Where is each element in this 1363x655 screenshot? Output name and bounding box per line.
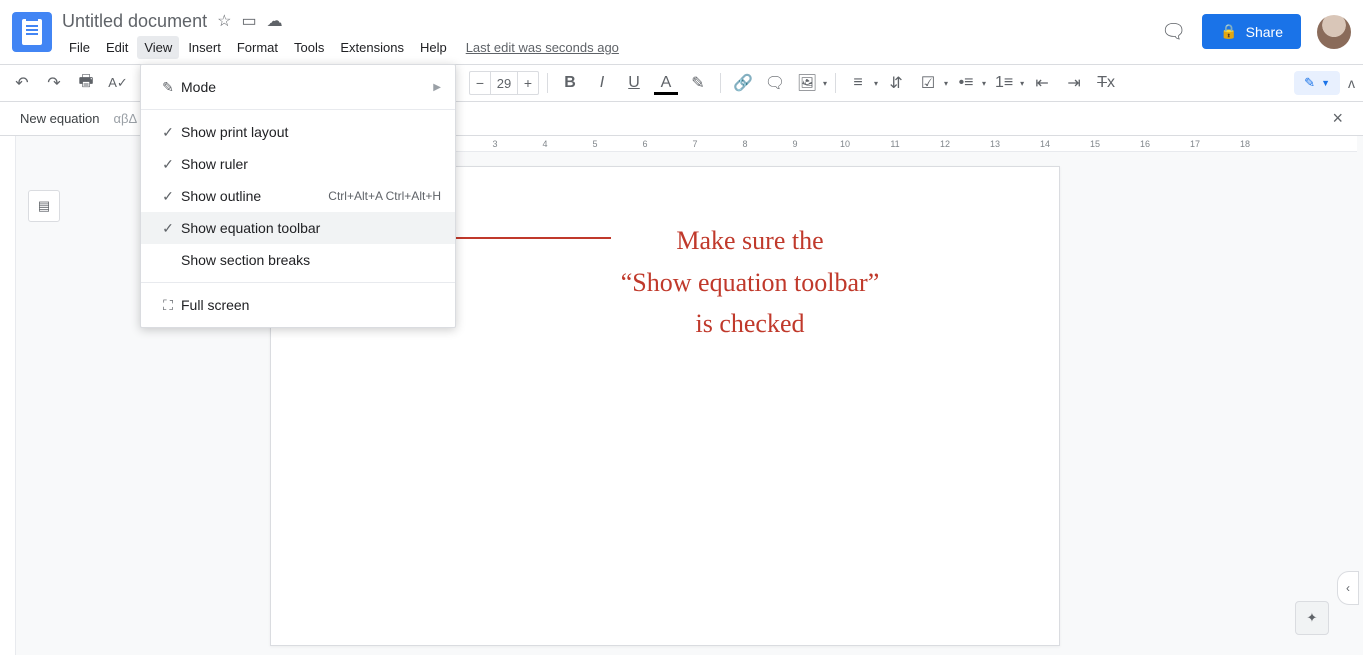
star-icon[interactable]: ☆ — [217, 11, 231, 31]
menu-insert[interactable]: Insert — [181, 36, 228, 59]
ruler-mark: 7 — [670, 139, 720, 149]
menu-view[interactable]: View — [137, 36, 179, 59]
bullet-list-button[interactable]: •≡ — [952, 69, 980, 97]
last-edit-link[interactable]: Last edit was seconds ago — [466, 40, 619, 55]
line-spacing-button[interactable]: ⇵ — [882, 69, 910, 97]
document-title[interactable]: Untitled document — [62, 11, 207, 32]
collapse-toolbar-button[interactable]: ʌ — [1348, 75, 1355, 91]
ruler-mark: 15 — [1070, 139, 1120, 149]
cloud-icon[interactable]: ☁ — [267, 11, 283, 31]
share-button[interactable]: 🔒 Share — [1202, 14, 1301, 49]
menu-mode[interactable]: ✎ Mode ▶ — [141, 71, 455, 103]
ruler-mark: 13 — [970, 139, 1020, 149]
menu-separator — [141, 282, 455, 283]
font-size-control: − 29 + — [469, 71, 539, 95]
move-icon[interactable]: ▭ — [241, 11, 256, 31]
numbered-list-button[interactable]: 1≡ — [990, 69, 1018, 97]
menu-file[interactable]: File — [62, 36, 97, 59]
comments-icon[interactable]: 🗨 — [1161, 19, 1186, 44]
title-area: Untitled document ☆ ▭ ☁ File Edit View I… — [62, 8, 1161, 59]
insert-image-button[interactable]: 🖼 — [793, 69, 821, 97]
explore-button[interactable]: ✦ — [1295, 601, 1329, 635]
checklist-button[interactable]: ☑ — [914, 69, 942, 97]
clear-format-button[interactable]: Tx — [1092, 69, 1120, 97]
ruler-mark: 8 — [720, 139, 770, 149]
undo-button[interactable]: ↶ — [8, 69, 36, 97]
side-panel-toggle[interactable]: ‹ — [1337, 571, 1359, 605]
menu-show-section-breaks[interactable]: Show section breaks — [141, 244, 455, 276]
show-outline-button[interactable]: ▤ — [28, 190, 60, 222]
docs-logo[interactable] — [12, 12, 52, 52]
redo-button[interactable]: ↷ — [40, 69, 68, 97]
ruler-mark: 9 — [770, 139, 820, 149]
share-label: Share — [1246, 24, 1283, 40]
menu-help[interactable]: Help — [413, 36, 454, 59]
spellcheck-button[interactable]: A✓ — [104, 69, 132, 97]
fullscreen-icon: ⛶ — [155, 297, 181, 314]
font-size-increase[interactable]: + — [518, 75, 538, 91]
close-equation-bar[interactable]: × — [1332, 108, 1343, 129]
highlight-button[interactable]: ✎ — [684, 69, 712, 97]
annotation-text: Make sure the “Show equation toolbar” is… — [540, 220, 960, 345]
menu-edit[interactable]: Edit — [99, 36, 135, 59]
ruler-mark: 3 — [470, 139, 520, 149]
underline-button[interactable]: U — [620, 69, 648, 97]
vertical-ruler — [0, 136, 16, 655]
menu-show-print-layout[interactable]: ✓ Show print layout — [141, 116, 455, 148]
indent-decrease-button[interactable]: ⇤ — [1028, 69, 1056, 97]
ruler-mark: 16 — [1120, 139, 1170, 149]
ruler-mark: 10 — [820, 139, 870, 149]
font-size-decrease[interactable]: − — [470, 75, 490, 91]
menu-shortcut: Ctrl+Alt+A Ctrl+Alt+H — [328, 189, 441, 203]
check-icon: ✓ — [155, 124, 181, 141]
submenu-arrow-icon: ▶ — [433, 82, 441, 93]
menu-full-screen[interactable]: ⛶ Full screen — [141, 289, 455, 321]
font-size-value[interactable]: 29 — [490, 72, 518, 94]
menu-show-equation-toolbar[interactable]: ✓ Show equation toolbar — [141, 212, 455, 244]
chevron-down-icon: ▼ — [1321, 78, 1330, 88]
pencil-icon: ✎ — [155, 79, 181, 96]
check-icon: ✓ — [155, 220, 181, 237]
insert-link-button[interactable]: 🔗 — [729, 69, 757, 97]
view-menu-dropdown: ✎ Mode ▶ ✓ Show print layout ✓ Show rule… — [140, 64, 456, 328]
check-icon: ✓ — [155, 156, 181, 173]
ruler-mark: 12 — [920, 139, 970, 149]
pencil-icon: ✎ — [1304, 75, 1315, 91]
menu-separator — [141, 109, 455, 110]
editing-mode-button[interactable]: ✎ ▼ — [1294, 71, 1340, 95]
menu-show-outline[interactable]: ✓ Show outline Ctrl+Alt+A Ctrl+Alt+H — [141, 180, 455, 212]
app-header: Untitled document ☆ ▭ ☁ File Edit View I… — [0, 0, 1363, 64]
text-color-button[interactable]: A — [652, 69, 680, 97]
ruler-mark: 14 — [1020, 139, 1070, 149]
header-right: 🗨 🔒 Share — [1161, 14, 1351, 49]
italic-button[interactable]: I — [588, 69, 616, 97]
user-avatar[interactable] — [1317, 15, 1351, 49]
ruler-mark: 18 — [1220, 139, 1270, 149]
ruler-mark: 11 — [870, 139, 920, 149]
menu-format[interactable]: Format — [230, 36, 285, 59]
menu-show-ruler[interactable]: ✓ Show ruler — [141, 148, 455, 180]
menu-tools[interactable]: Tools — [287, 36, 331, 59]
menu-bar: File Edit View Insert Format Tools Exten… — [62, 36, 1161, 59]
lock-icon: 🔒 — [1220, 23, 1237, 40]
print-button[interactable]: 🖶 — [72, 69, 100, 97]
check-icon: ✓ — [155, 188, 181, 205]
ruler-mark: 6 — [620, 139, 670, 149]
ruler-mark: 17 — [1170, 139, 1220, 149]
indent-increase-button[interactable]: ⇥ — [1060, 69, 1088, 97]
bold-button[interactable]: B — [556, 69, 584, 97]
ruler-mark: 5 — [570, 139, 620, 149]
new-equation-label[interactable]: New equation — [20, 111, 100, 126]
menu-mode-label: Mode — [181, 79, 433, 95]
greek-letters-button[interactable]: αβΔ — [114, 111, 138, 126]
ruler-mark: 4 — [520, 139, 570, 149]
insert-comment-button[interactable]: 🗨 — [761, 69, 789, 97]
menu-extensions[interactable]: Extensions — [333, 36, 411, 59]
align-button[interactable]: ≡ — [844, 69, 872, 97]
